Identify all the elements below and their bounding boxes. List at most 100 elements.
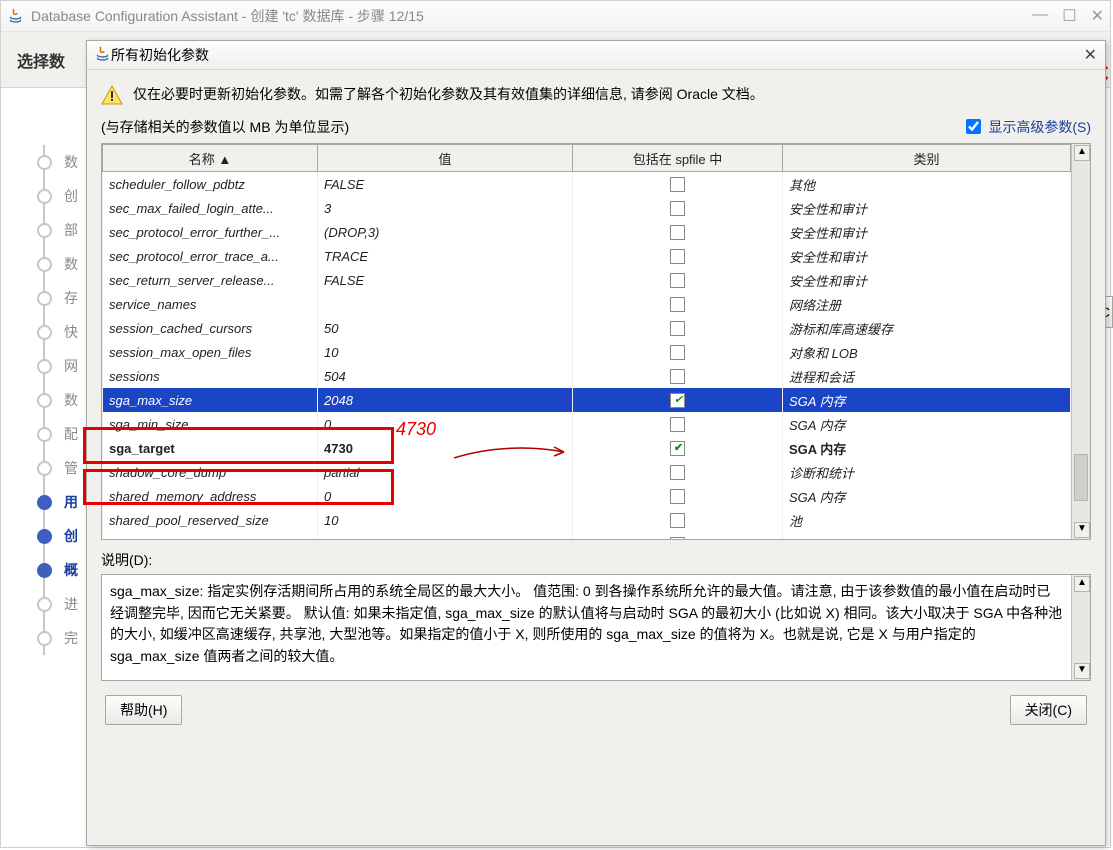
param-value[interactable]: 0 [318,412,573,436]
step-node[interactable]: 配 [16,417,81,451]
java-icon [95,46,111,65]
param-value[interactable]: 50 [318,316,573,340]
params-table[interactable]: 名称 ▲ 值 包括在 spfile 中 类别 scheduler_follow_… [101,143,1091,540]
param-row[interactable]: sga_max_size2048SGA 内存 [103,388,1071,412]
param-value[interactable]: 3 [318,196,573,220]
param-row[interactable]: session_cached_cursors50游标和库高速缓存 [103,316,1071,340]
step-node[interactable]: 创 [16,179,81,213]
step-label: 数 [64,254,78,274]
scroll-down-icon[interactable]: ▼ [1074,663,1090,679]
param-value[interactable]: 4730 [318,436,573,460]
param-value[interactable]: (DROP,3) [318,220,573,244]
scroll-thumb[interactable] [1074,454,1088,501]
param-row[interactable]: sec_return_server_release...FALSE安全性和审计 [103,268,1071,292]
param-value[interactable] [318,292,573,316]
param-spfile[interactable] [573,316,783,340]
param-name: sessions [103,364,318,388]
param-spfile[interactable] [573,196,783,220]
param-spfile[interactable] [573,412,783,436]
col-spfile[interactable]: 包括在 spfile 中 [573,145,783,172]
show-advanced-input[interactable] [966,119,981,134]
step-node[interactable]: 数 [16,383,81,417]
close-icon[interactable]: ✕ [1091,6,1104,26]
param-row[interactable]: sessions504进程和会话 [103,364,1071,388]
show-advanced-checkbox[interactable]: 显示高级参数(S) [962,116,1091,137]
param-row[interactable]: sga_target4730 SGA 内存 [103,436,1071,460]
param-spfile[interactable] [573,340,783,364]
param-value[interactable]: 2048 [318,388,573,412]
scroll-up-icon[interactable]: ▲ [1074,576,1090,592]
scroll-up-icon[interactable]: ▲ [1074,145,1090,161]
step-node[interactable]: 数 [16,247,81,281]
param-value[interactable]: FALSE [318,172,573,197]
step-dot [37,359,52,374]
param-name: sga_target [103,436,318,460]
param-spfile[interactable] [573,508,783,532]
dialog-close-icon[interactable]: ✕ [1084,45,1097,65]
dialog-titlebar[interactable]: 所有初始化参数 ✕ [87,41,1105,70]
step-node[interactable]: 进 [16,587,81,621]
param-row[interactable]: sec_protocol_error_further_...(DROP,3)安全… [103,220,1071,244]
step-dot [37,461,52,476]
close-button[interactable]: 关闭(C) [1010,695,1087,725]
param-spfile[interactable] [573,220,783,244]
step-node[interactable]: 快 [16,315,81,349]
param-value[interactable]: 0 [318,484,573,508]
param-spfile[interactable] [573,388,783,412]
param-spfile[interactable] [573,436,783,460]
step-dot [37,223,52,238]
param-spfile[interactable] [573,292,783,316]
param-spfile[interactable] [573,532,783,539]
col-name[interactable]: 名称 ▲ [103,145,318,172]
param-row[interactable]: session_max_open_files10对象和 LOB [103,340,1071,364]
col-category[interactable]: 类别 [783,145,1071,172]
step-node[interactable]: 部 [16,213,81,247]
param-value[interactable]: 504 [318,364,573,388]
param-row[interactable]: shadow_core_dumppartial诊断和统计 [103,460,1071,484]
param-name: sga_min_size [103,412,318,436]
param-row[interactable]: shared_memory_address0SGA 内存 [103,484,1071,508]
description-text[interactable]: sga_max_size: 指定实例存活期间所占用的系统全局区的最大大小。 值范… [102,575,1071,680]
step-label: 创 [64,186,78,206]
step-dot [37,529,52,544]
param-value[interactable]: partial [318,460,573,484]
param-row[interactable]: sga_min_size0SGA 内存 [103,412,1071,436]
step-node[interactable]: 数 [16,145,81,179]
param-value[interactable]: 0 [318,532,573,539]
step-node[interactable]: 创 [16,519,81,553]
param-row[interactable]: service_names网络注册 [103,292,1071,316]
maximize-icon[interactable]: ☐ [1062,6,1076,26]
minimize-icon[interactable]: ― [1032,6,1048,26]
param-row[interactable]: shared_pool_reserved_size10池 [103,508,1071,532]
desc-scrollbar[interactable]: ▲ ▼ [1071,575,1090,680]
step-node[interactable]: 概 [16,553,81,587]
param-value[interactable]: TRACE [318,244,573,268]
param-spfile[interactable] [573,268,783,292]
param-spfile[interactable] [573,460,783,484]
param-name: sec_max_failed_login_atte... [103,196,318,220]
step-node[interactable]: 管 [16,451,81,485]
help-button[interactable]: 帮助(H) [105,695,182,725]
param-category: 安全性和审计 [783,268,1071,292]
col-value[interactable]: 值 [318,145,573,172]
step-node[interactable]: 存 [16,281,81,315]
step-node[interactable]: 完 [16,621,81,655]
param-value[interactable]: 10 [318,508,573,532]
step-node[interactable]: 网 [16,349,81,383]
step-node[interactable]: 用 [16,485,81,519]
table-scrollbar[interactable]: ▲ ▼ [1071,144,1090,539]
param-row[interactable]: shared_pool_size0池 [103,532,1071,539]
param-category: SGA 内存 [783,436,1071,460]
java-icon [7,7,25,25]
description-label: 说明(D): [101,550,1091,570]
param-row[interactable]: sec_max_failed_login_atte...3安全性和审计 [103,196,1071,220]
param-spfile[interactable] [573,172,783,197]
param-spfile[interactable] [573,484,783,508]
param-spfile[interactable] [573,244,783,268]
param-value[interactable]: 10 [318,340,573,364]
param-row[interactable]: sec_protocol_error_trace_a...TRACE安全性和审计 [103,244,1071,268]
param-spfile[interactable] [573,364,783,388]
param-value[interactable]: FALSE [318,268,573,292]
scroll-down-icon[interactable]: ▼ [1074,522,1090,538]
param-row[interactable]: scheduler_follow_pdbtzFALSE其他 [103,172,1071,197]
